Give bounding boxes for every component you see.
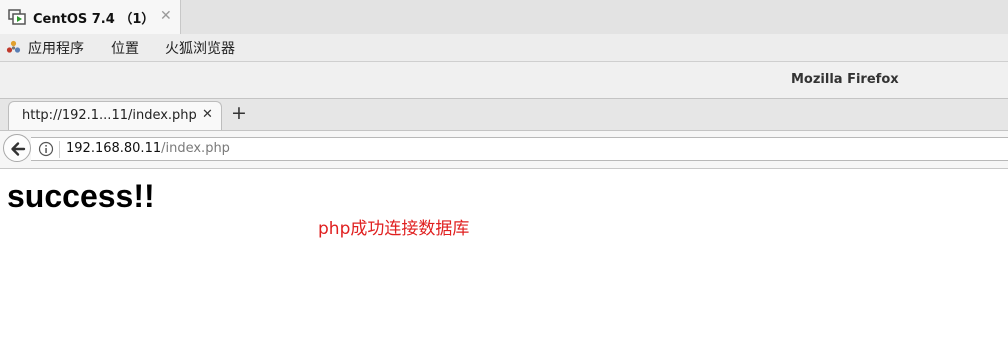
page-heading: success!! bbox=[7, 178, 155, 214]
menu-firefox[interactable]: 火狐浏览器 bbox=[165, 38, 235, 58]
info-icon[interactable] bbox=[38, 141, 54, 157]
menu-applications[interactable]: 应用程序 bbox=[28, 38, 84, 58]
apps-icon bbox=[6, 40, 21, 55]
vm-tab-strip: CentOS 7.4 （1） ✕ bbox=[0, 0, 1008, 34]
vm-tab[interactable]: CentOS 7.4 （1） ✕ bbox=[0, 0, 181, 34]
url-text[interactable]: 192.168.80.11/index.php bbox=[66, 141, 230, 156]
browser-tab[interactable]: http://192.1...11/index.php ✕ bbox=[8, 101, 222, 130]
browser-title-bar: Mozilla Firefox bbox=[0, 62, 1008, 99]
new-tab-icon[interactable]: + bbox=[231, 102, 247, 124]
vm-tab-title: CentOS 7.4 （1） bbox=[33, 12, 155, 27]
tab-title: http://192.1...11/index.php bbox=[22, 108, 197, 123]
browser-tab-strip: http://192.1...11/index.php ✕ + bbox=[0, 99, 1008, 131]
close-icon[interactable]: ✕ bbox=[160, 8, 172, 24]
back-button[interactable] bbox=[3, 134, 31, 162]
tab-close-icon[interactable]: ✕ bbox=[202, 107, 213, 122]
navigation-bar: 192.168.80.11/index.php bbox=[0, 131, 1008, 169]
url-path: /index.php bbox=[161, 141, 230, 156]
back-arrow-icon bbox=[11, 142, 26, 156]
url-bar[interactable]: 192.168.80.11/index.php bbox=[31, 137, 1008, 161]
menu-places[interactable]: 位置 bbox=[111, 38, 139, 58]
url-separator bbox=[59, 141, 60, 158]
vm-play-icon bbox=[8, 9, 26, 25]
success-note: php成功连接数据库 bbox=[318, 219, 470, 239]
window-title: Mozilla Firefox bbox=[791, 72, 899, 87]
gnome-top-bar: 应用程序 位置 火狐浏览器 bbox=[0, 34, 1008, 62]
url-host: 192.168.80.11 bbox=[66, 141, 162, 156]
